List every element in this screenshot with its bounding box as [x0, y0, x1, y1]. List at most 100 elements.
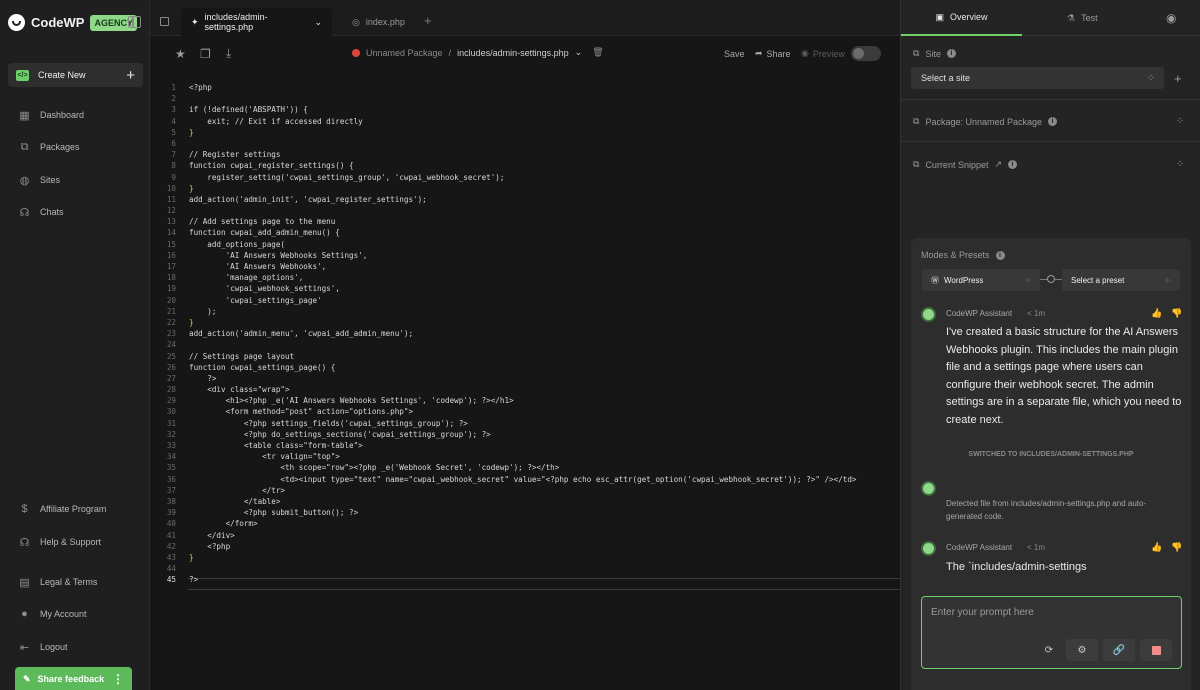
code-line[interactable]: <tr valign="top">	[189, 451, 857, 462]
file-path[interactable]: includes/admin-settings.php	[457, 48, 569, 58]
code-line[interactable]: }	[189, 183, 857, 194]
code-line[interactable]	[189, 205, 857, 216]
code-line[interactable]: // Settings page layout	[189, 351, 857, 362]
code-line[interactable]: <?php do_settings_sections('cwpai_settin…	[189, 429, 857, 440]
code-content[interactable]: <?php if (!defined('ABSPATH')) { exit; //…	[189, 82, 857, 585]
sidebar-item-logout[interactable]: ⇤ Logout	[18, 640, 68, 654]
info-icon[interactable]: i	[1048, 117, 1058, 126]
star-icon[interactable]: ★	[175, 47, 186, 61]
code-line[interactable]: </form>	[189, 518, 857, 529]
tab-admin-settings[interactable]: ✦ includes/admin-settings.php ⌄	[181, 8, 332, 36]
code-line[interactable]: 'AI Answers Webhooks',	[189, 261, 857, 272]
code-line[interactable]: }	[189, 552, 857, 563]
code-editor[interactable]: 1 2 3 4 5 6 7 8 9 10 11 12 13 14 15 16 17 18 19 20 21 22 23 24 2…	[150, 72, 900, 690]
external-link-icon[interactable]: ↗	[994, 159, 1002, 170]
code-line[interactable]: <form method="post" action="options.php"…	[189, 406, 857, 417]
sliders-icon[interactable]: ⚙	[1066, 639, 1098, 661]
package-name[interactable]: Unnamed Package	[366, 48, 443, 58]
info-icon[interactable]: i	[1008, 160, 1018, 169]
code-line[interactable]: }	[189, 317, 857, 328]
prompt-input[interactable]	[931, 607, 1171, 618]
code-line[interactable]	[189, 339, 857, 350]
tab-overview[interactable]: ▣ Overview	[901, 0, 1022, 36]
code-line[interactable]: <table class="form-table">	[189, 440, 857, 451]
code-line[interactable]: 'cwpai_webhook_settings',	[189, 283, 857, 294]
code-line[interactable]: function cwpai_register_settings() {	[189, 160, 857, 171]
info-icon[interactable]: i	[946, 49, 956, 58]
code-line[interactable]: // Register settings	[189, 149, 857, 160]
code-line[interactable]: <td><input type="text" name="cwpai_webho…	[189, 474, 856, 485]
sidebar-item-packages[interactable]: ⧉ Packages	[18, 140, 80, 154]
code-line[interactable]: add_action('admin_menu', 'cwpai_add_admi…	[189, 328, 857, 339]
code-line[interactable]: </div>	[189, 530, 857, 541]
add-tab-button[interactable]: +	[424, 13, 432, 28]
sidebar-item-help[interactable]: ☊ Help & Support	[18, 535, 101, 549]
create-new-button[interactable]: </> Create New +	[8, 63, 143, 87]
preview-toggle[interactable]	[851, 46, 881, 61]
code-line[interactable]: register_setting('cwpai_settings_group',…	[189, 172, 857, 183]
code-line[interactable]: <th scope="row"><?php _e('Webhook Secret…	[189, 462, 857, 473]
info-icon[interactable]: i	[995, 250, 1005, 260]
code-line[interactable]: function cwpai_settings_page() {	[189, 362, 857, 373]
code-line[interactable]: 'AI Answers Webhooks Settings',	[189, 250, 857, 261]
code-line[interactable]: if (!defined('ABSPATH')) {	[189, 104, 857, 115]
code-line[interactable]: exit; // Exit if accessed directly	[189, 116, 857, 127]
brand[interactable]: CodeWP AGENCY	[8, 14, 137, 31]
code-line[interactable]	[189, 138, 857, 149]
code-line[interactable]: <?php submit_button(); ?>	[189, 507, 857, 518]
drag-handle-icon[interactable]: ⁘	[1176, 159, 1184, 170]
mode-select[interactable]: Ⓦ WordPress ⁘	[922, 269, 1040, 291]
sidebar-item-sites[interactable]: ◍ Sites	[18, 173, 60, 187]
thumbs-up-icon[interactable]: 👍	[1151, 308, 1162, 319]
code-line[interactable]: );	[189, 306, 857, 317]
code-line[interactable]: <?php	[189, 82, 857, 93]
refresh-icon[interactable]: ⟳	[1033, 639, 1065, 661]
add-site-button[interactable]: +	[1174, 71, 1182, 86]
sidebar-item-chats[interactable]: ☊ Chats	[18, 205, 64, 219]
share-feedback-button[interactable]: ✎ Share feedback ⋮	[15, 667, 132, 690]
preset-select[interactable]: Select a preset ⁘	[1062, 269, 1180, 291]
code-line[interactable]: <div class="wrap">	[189, 384, 857, 395]
sidebar-item-account[interactable]: ● My Account	[18, 607, 86, 621]
tab-test[interactable]: ⚗ Test	[1067, 0, 1098, 36]
code-line[interactable]: 'cwpai_settings_page'	[189, 295, 857, 306]
code-line[interactable]: <h1><?php _e('AI Answers Webhooks Settin…	[189, 395, 857, 406]
download-icon[interactable]: ⤓	[226, 46, 231, 61]
file-grid-icon[interactable]	[160, 17, 169, 26]
trash-icon[interactable]: 🗑	[592, 47, 603, 58]
sidebar-item-affiliate[interactable]: $ Affiliate Program	[18, 502, 106, 516]
code-line[interactable]: <?php settings_fields('cwpai_settings_gr…	[189, 418, 857, 429]
thumbs-down-icon[interactable]: 👎	[1171, 308, 1182, 319]
sidebar-collapse-icon[interactable]	[128, 16, 141, 28]
code-line[interactable]: function cwpai_add_admin_menu() {	[189, 227, 857, 238]
save-button[interactable]: Save	[724, 49, 745, 59]
more-options-icon[interactable]: ⋮	[112, 672, 124, 686]
sidebar-item-legal[interactable]: ▤ Legal & Terms	[18, 575, 97, 589]
code-line[interactable]	[189, 563, 857, 574]
chevron-down-icon[interactable]: ⌄	[314, 17, 322, 28]
code-line[interactable]: </tr>	[189, 485, 857, 496]
code-line[interactable]: add_action('admin_init', 'cwpai_register…	[189, 194, 857, 205]
code-line[interactable]: 'manage_options',	[189, 272, 857, 283]
stop-button[interactable]	[1140, 639, 1172, 661]
code-line[interactable]: <?php	[189, 541, 857, 552]
share-button[interactable]: ➦ Share	[755, 48, 791, 59]
site-select[interactable]: Select a site ⁘	[911, 67, 1164, 89]
code-line[interactable]: }	[189, 127, 857, 138]
thumbs-down-icon[interactable]: 👎	[1171, 542, 1182, 553]
drag-handle-icon[interactable]: ⁘	[1176, 116, 1184, 127]
code-line[interactable]: add_options_page(	[189, 239, 857, 250]
copy-icon[interactable]: ❐	[200, 47, 211, 61]
tab-index[interactable]: ◎ index.php	[342, 8, 415, 36]
sidebar-item-dashboard[interactable]: ▦ Dashboard	[18, 108, 84, 122]
link-icon[interactable]: 🔗	[1103, 639, 1135, 661]
eye-icon[interactable]: ◉	[1166, 0, 1176, 36]
thumbs-up-icon[interactable]: 👍	[1151, 542, 1162, 553]
code-line[interactable]: </table>	[189, 496, 857, 507]
chevron-down-icon[interactable]: ⌄	[575, 47, 583, 58]
code-line[interactable]: ?>	[189, 373, 857, 384]
line-number: 8	[171, 161, 176, 171]
code-line[interactable]	[189, 93, 857, 104]
code-line[interactable]: ?>	[189, 574, 857, 585]
code-line[interactable]: // Add settings page to the menu	[189, 216, 857, 227]
